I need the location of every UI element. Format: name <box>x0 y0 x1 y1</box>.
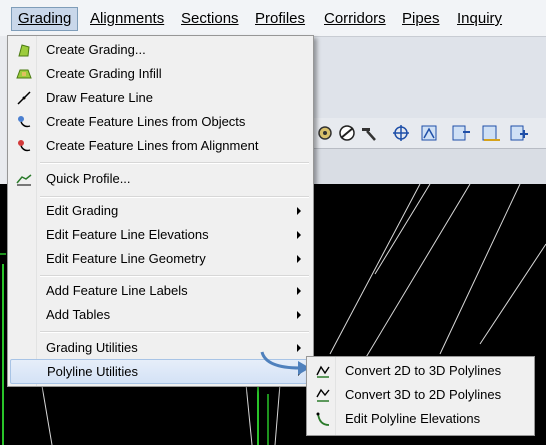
feature-lines-alignment-icon <box>18 140 31 152</box>
submenu-arrow-icon <box>297 231 301 239</box>
menu-corridors[interactable]: Corridors <box>318 8 392 30</box>
convert-2d-3d-icon <box>316 365 330 378</box>
toolbar-background <box>312 148 546 184</box>
feature-lines-objects-icon <box>18 116 31 128</box>
menu-item-convert-2d-to-3d[interactable]: Convert 2D to 3D Polylines <box>309 359 532 383</box>
menu-separator <box>40 331 309 333</box>
feature-line-edit-icon[interactable] <box>480 122 502 144</box>
menu-bar: Grading Alignments Sections Profiles Cor… <box>0 0 546 37</box>
insert-pi-icon[interactable] <box>508 122 530 144</box>
menu-item-edit-feature-line-elevations[interactable]: Edit Feature Line Elevations <box>10 223 311 247</box>
elevation-tool-icon[interactable] <box>418 122 440 144</box>
menu-item-draw-feature-line[interactable]: Draw Feature Line <box>10 86 311 110</box>
slope-tool-icon[interactable] <box>336 122 358 144</box>
menu-item-convert-3d-to-2d[interactable]: Convert 3D to 2D Polylines <box>309 383 532 407</box>
crosshair-tool-icon[interactable] <box>390 122 412 144</box>
menu-grading[interactable]: Grading <box>11 7 79 31</box>
create-grading-icon <box>18 44 30 57</box>
gear-tool-icon[interactable] <box>314 122 336 144</box>
menu-inquiry[interactable]: Inquiry <box>451 8 508 30</box>
menu-separator <box>40 196 309 198</box>
menu-separator <box>40 275 309 277</box>
polyline-utilities-submenu: Convert 2D to 3D Polylines Convert 3D to… <box>306 356 535 436</box>
civil3d-window: Grading Alignments Sections Profiles Cor… <box>0 0 546 445</box>
menu-item-add-tables[interactable]: Add Tables <box>10 303 311 327</box>
elevation-edit-icon[interactable] <box>450 122 472 144</box>
submenu-arrow-icon <box>297 311 301 319</box>
edit-polyline-elevations-icon <box>316 412 330 426</box>
menu-alignments[interactable]: Alignments <box>84 8 170 30</box>
menu-pipes[interactable]: Pipes <box>396 8 446 30</box>
menu-item-create-grading-infill[interactable]: Create Grading Infill <box>10 62 311 86</box>
menu-item-feature-lines-from-objects[interactable]: Create Feature Lines from Objects <box>10 110 311 134</box>
menu-item-create-grading[interactable]: Create Grading... <box>10 38 311 62</box>
quick-profile-icon <box>16 174 32 186</box>
submenu-arrow-icon <box>297 287 301 295</box>
menu-item-edit-feature-line-geometry[interactable]: Edit Feature Line Geometry <box>10 247 311 271</box>
draw-feature-line-icon <box>17 91 31 105</box>
menu-item-feature-lines-from-alignment[interactable]: Create Feature Lines from Alignment <box>10 134 311 158</box>
menu-profiles[interactable]: Profiles <box>249 8 311 30</box>
grading-infill-icon <box>16 69 32 79</box>
grading-dropdown-menu: Create Grading... Create Grading Infill … <box>7 35 314 387</box>
menu-item-quick-profile[interactable]: Quick Profile... <box>10 167 311 191</box>
menu-item-edit-polyline-elevations[interactable]: Edit Polyline Elevations <box>309 407 532 431</box>
menu-item-add-feature-line-labels[interactable]: Add Feature Line Labels <box>10 279 311 303</box>
right-toolbar <box>312 118 546 149</box>
menu-item-edit-grading[interactable]: Edit Grading <box>10 199 311 223</box>
menu-sections[interactable]: Sections <box>175 8 245 30</box>
hammer-tool-icon[interactable] <box>358 122 380 144</box>
menu-separator <box>40 162 309 164</box>
convert-3d-2d-icon <box>316 388 330 402</box>
submenu-arrow-icon <box>297 255 301 263</box>
submenu-arrow-icon <box>297 207 301 215</box>
